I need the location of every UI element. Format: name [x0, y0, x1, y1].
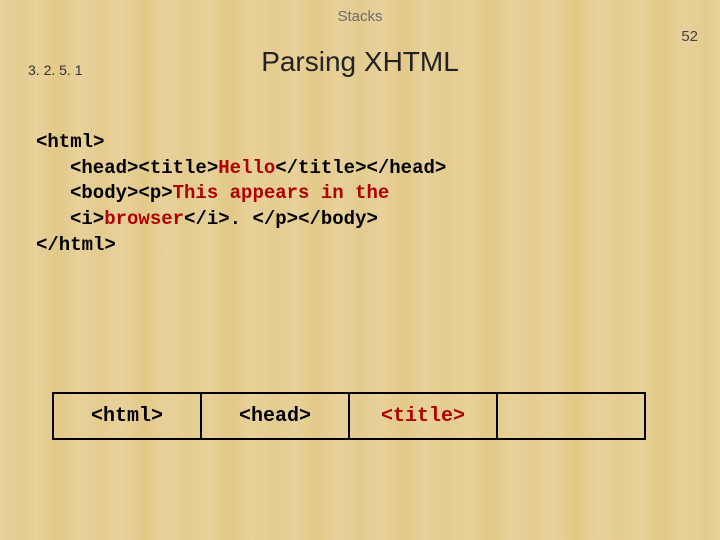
topic-label: Stacks	[0, 8, 720, 25]
code-line-1: <html>	[36, 130, 446, 156]
code-line-2: <head><title>Hello</title></head>	[70, 156, 446, 182]
code-block: <html> <head><title>Hello</title></head>…	[36, 130, 446, 258]
code-line-4: <i>browser</i>. </p></body>	[70, 207, 446, 233]
code-l4c: </i>. </p></body>	[184, 208, 378, 230]
stack-cell-3: <title>	[348, 392, 498, 440]
stack-cell-2: <head>	[200, 392, 350, 440]
code-l3a: <body><p>	[70, 182, 173, 204]
code-l4b: browser	[104, 208, 184, 230]
code-line-5: </html>	[36, 233, 446, 259]
code-line-3: <body><p>This appears in the	[70, 181, 446, 207]
code-l2b: Hello	[218, 157, 275, 179]
code-l2a: <head><title>	[70, 157, 218, 179]
stack-cell-4	[496, 392, 646, 440]
stack-cell-1: <html>	[52, 392, 202, 440]
code-l3b: This appears in the	[173, 182, 390, 204]
slide-title: Parsing XHTML	[0, 46, 720, 78]
stack-row: <html> <head> <title>	[52, 392, 644, 440]
page-number: 52	[681, 28, 698, 45]
code-l4a: <i>	[70, 208, 104, 230]
slide: Stacks 52 3. 2. 5. 1 Parsing XHTML <html…	[0, 0, 720, 540]
code-l2c: </title></head>	[275, 157, 446, 179]
